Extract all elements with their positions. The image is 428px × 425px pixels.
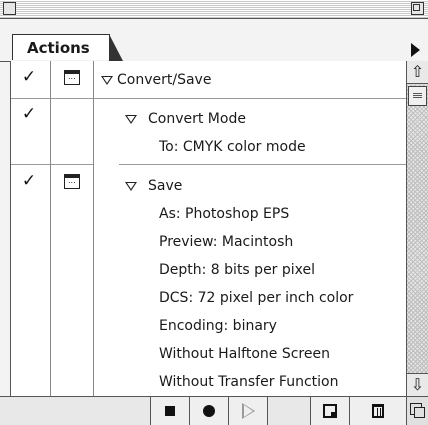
toggle-dialog-column: [51, 61, 94, 396]
save-detail: Encoding: binary: [159, 318, 277, 334]
row-divider: [11, 164, 50, 165]
scroll-thumb[interactable]: [408, 86, 427, 106]
actions-toolbar: [0, 396, 428, 425]
scroll-down-arrow-icon[interactable]: ⇩: [407, 373, 428, 396]
row-divider: [119, 164, 407, 165]
delete-button[interactable]: [349, 397, 406, 425]
palette-title-bar[interactable]: [0, 0, 428, 19]
zoom-box-icon[interactable]: [411, 2, 424, 15]
new-action-icon: [323, 404, 337, 418]
resize-grow-icon[interactable]: [406, 397, 428, 425]
play-icon: [241, 403, 255, 419]
tab-slant: [109, 35, 122, 61]
stop-button[interactable]: [150, 397, 189, 425]
set-enabled-checkmark-icon[interactable]: ✓: [19, 67, 39, 87]
save-detail: Preview: Macintosh: [159, 234, 294, 250]
convert-mode-expand-triangle-icon[interactable]: [125, 115, 137, 124]
tab-actions[interactable]: Actions: [12, 34, 123, 61]
save-detail: Without Halftone Screen: [159, 346, 330, 362]
record-icon: [203, 405, 215, 417]
save-detail: DCS: 72 pixel per inch color: [159, 290, 354, 306]
convert-mode-enabled-checkmark-icon[interactable]: ✓: [19, 104, 39, 124]
row-divider: [94, 98, 407, 99]
new-action-button[interactable]: [310, 397, 349, 425]
set-expand-triangle-icon[interactable]: [101, 76, 113, 85]
action-set-label[interactable]: Convert/Save: [117, 72, 211, 88]
actions-palette: Actions ✓ Convert/Save ✓ Convert Mode To…: [0, 0, 428, 425]
save-dialog-toggle-icon[interactable]: [64, 174, 80, 189]
row-divider: [51, 164, 93, 165]
close-box-icon[interactable]: [3, 2, 16, 15]
stop-icon: [165, 406, 175, 416]
save-detail: Without Transfer Function: [159, 374, 339, 390]
scroll-up-arrow-icon[interactable]: ⇧: [407, 61, 428, 84]
save-label[interactable]: Save: [148, 178, 182, 194]
row-divider: [51, 98, 93, 99]
trash-icon: [372, 404, 384, 418]
actions-list: ✓ Convert/Save ✓ Convert Mode To: CMYK c…: [10, 61, 407, 396]
tab-row: Actions: [0, 19, 428, 62]
record-button[interactable]: [189, 397, 228, 425]
play-button[interactable]: [228, 397, 268, 425]
vertical-scrollbar[interactable]: ⇧ ⇩: [406, 61, 428, 396]
save-detail: As: Photoshop EPS: [159, 206, 290, 222]
tab-actions-label: Actions: [27, 39, 90, 57]
row-divider: [11, 98, 50, 99]
save-expand-triangle-icon[interactable]: [125, 182, 137, 191]
save-detail: Depth: 8 bits per pixel: [159, 262, 316, 278]
convert-mode-detail: To: CMYK color mode: [159, 139, 306, 155]
save-enabled-checkmark-icon[interactable]: ✓: [19, 171, 39, 191]
palette-menu-arrow-icon[interactable]: [411, 43, 420, 57]
set-dialog-toggle-icon[interactable]: [64, 70, 80, 85]
scroll-track[interactable]: [407, 85, 428, 375]
convert-mode-label[interactable]: Convert Mode: [148, 111, 246, 127]
